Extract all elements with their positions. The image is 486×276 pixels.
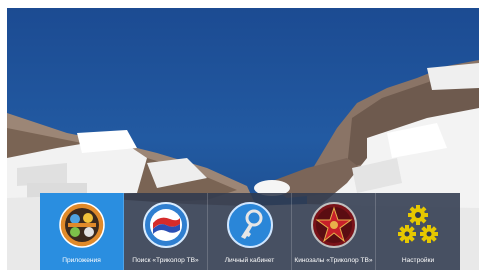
- menu-item-apps[interactable]: Приложения: [40, 193, 124, 270]
- menu-item-settings[interactable]: Настройки: [376, 193, 460, 270]
- main-menu-bar: Приложения Поиск «Триколор ТВ» Личный ка…: [40, 193, 461, 270]
- gears-icon: [394, 201, 442, 249]
- menu-item-personal-account[interactable]: Личный кабинет: [208, 193, 292, 270]
- menu-item-cinema[interactable]: Кинозалы «Триколор ТВ»: [292, 193, 376, 270]
- cinema-star-icon: [310, 201, 358, 249]
- key-icon: [226, 201, 274, 249]
- tricolor-search-icon: [142, 201, 190, 249]
- menu-item-tricolor-search[interactable]: Поиск «Триколор ТВ»: [124, 193, 208, 270]
- menu-item-label: Кинозалы «Триколор ТВ»: [294, 257, 373, 264]
- menu-item-label: Настройки: [401, 257, 435, 264]
- tv-screen: Приложения Поиск «Триколор ТВ» Личный ка…: [7, 8, 479, 270]
- apps-icon: [58, 201, 106, 249]
- menu-item-label: Приложения: [62, 257, 101, 264]
- menu-item-label: Личный кабинет: [224, 257, 275, 264]
- menu-item-label: Поиск «Триколор ТВ»: [132, 257, 199, 264]
